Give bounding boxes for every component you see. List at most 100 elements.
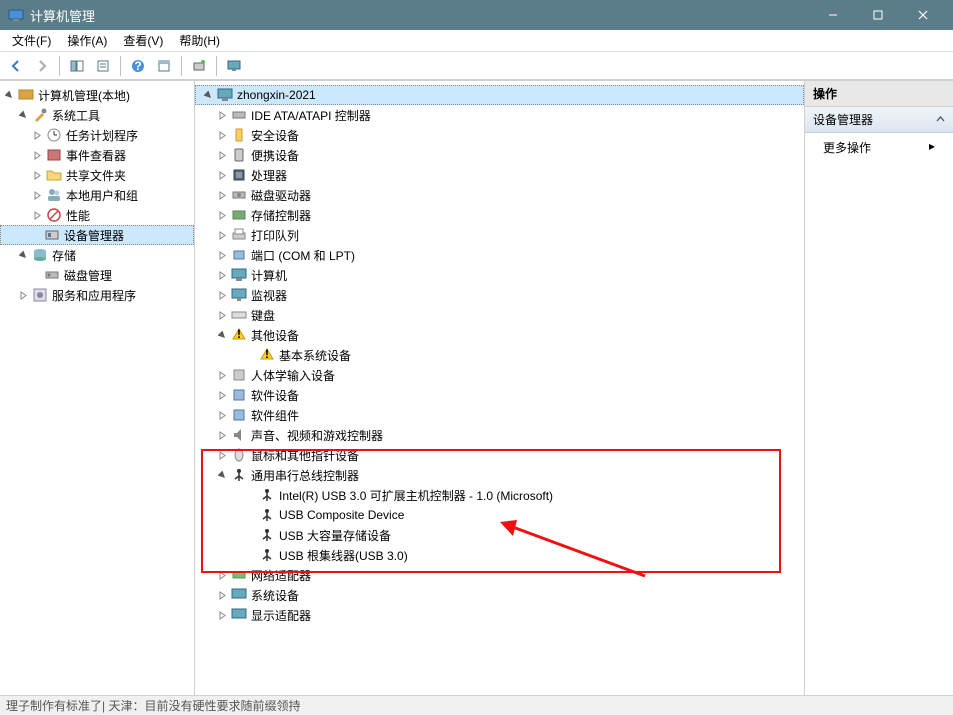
refresh-button[interactable] (152, 54, 176, 78)
tree-services-apps[interactable]: 服务和应用程序 (0, 285, 194, 305)
monitor-button[interactable] (222, 54, 246, 78)
event-icon (46, 147, 62, 163)
device-system_dev[interactable]: 系统设备 (195, 585, 804, 605)
expander-icon[interactable] (215, 588, 229, 602)
minimize-button[interactable] (810, 0, 855, 30)
expander-icon[interactable] (215, 268, 229, 282)
expander-icon[interactable] (215, 608, 229, 622)
menu-help[interactable]: 帮助(H) (171, 30, 228, 51)
left-tree-pane[interactable]: 计算机管理(本地) 系统工具 任务计划程序 事件查看器 共享文件夹 本地用户和组 (0, 81, 195, 695)
tree-performance[interactable]: 性能 (0, 205, 194, 225)
expander-icon[interactable] (16, 248, 30, 262)
device-tree-pane[interactable]: zhongxin-2021 IDE ATA/ATAPI 控制器安全设备便携设备处… (195, 81, 805, 695)
tree-label: USB 根集线器(USB 3.0) (279, 547, 408, 564)
expander-icon[interactable] (215, 188, 229, 202)
menu-file[interactable]: 文件(F) (4, 30, 59, 51)
scan-hardware-button[interactable] (187, 54, 211, 78)
close-button[interactable] (900, 0, 945, 30)
tree-disk-mgmt[interactable]: 磁盘管理 (0, 265, 194, 285)
expander-icon[interactable] (16, 288, 30, 302)
device-ports[interactable]: 端口 (COM 和 LPT) (195, 245, 804, 265)
device-root[interactable]: zhongxin-2021 (195, 85, 804, 105)
expander-icon[interactable] (215, 248, 229, 262)
expander-icon[interactable] (243, 348, 257, 362)
expander-icon[interactable] (215, 428, 229, 442)
menubar: 文件(F) 操作(A) 查看(V) 帮助(H) (0, 30, 953, 52)
device-hid[interactable]: 人体学输入设备 (195, 365, 804, 385)
expander-icon[interactable] (243, 528, 257, 542)
expander-icon[interactable] (243, 488, 257, 502)
expander-icon[interactable] (215, 288, 229, 302)
device-display[interactable]: 显示适配器 (195, 605, 804, 625)
device-icon (231, 367, 247, 383)
device-keyboards[interactable]: 键盘 (195, 305, 804, 325)
tree-local-users[interactable]: 本地用户和组 (0, 185, 194, 205)
expander-icon[interactable] (215, 408, 229, 422)
expander-icon[interactable] (30, 128, 44, 142)
expander-icon[interactable] (215, 148, 229, 162)
device-basic_system[interactable]: !基本系统设备 (195, 345, 804, 365)
tree-device-manager[interactable]: 设备管理器 (0, 225, 194, 245)
expander-icon[interactable] (215, 128, 229, 142)
actions-section[interactable]: 设备管理器 (805, 107, 953, 133)
computer-mgmt-icon (18, 87, 34, 103)
expander-icon[interactable] (16, 108, 30, 122)
show-hide-tree-button[interactable] (65, 54, 89, 78)
device-ide[interactable]: IDE ATA/ATAPI 控制器 (195, 105, 804, 125)
device-network[interactable]: 网络适配器 (195, 565, 804, 585)
tree-task-scheduler[interactable]: 任务计划程序 (0, 125, 194, 145)
device-processor[interactable]: 处理器 (195, 165, 804, 185)
device-disk_drive[interactable]: 磁盘驱动器 (195, 185, 804, 205)
expander-icon[interactable] (215, 208, 229, 222)
expander-icon[interactable] (215, 168, 229, 182)
device-mouse[interactable]: 鼠标和其他指针设备 (195, 445, 804, 465)
expander-icon[interactable] (30, 148, 44, 162)
tree-system-tools[interactable]: 系统工具 (0, 105, 194, 125)
expander-icon[interactable] (215, 468, 229, 482)
device-usb_composite[interactable]: USB Composite Device (195, 505, 804, 525)
tree-storage[interactable]: 存储 (0, 245, 194, 265)
expander-icon[interactable] (215, 308, 229, 322)
device-security[interactable]: 安全设备 (195, 125, 804, 145)
expander-icon[interactable] (30, 188, 44, 202)
more-actions[interactable]: 更多操作 ▸ (805, 133, 953, 162)
forward-button[interactable] (30, 54, 54, 78)
back-button[interactable] (4, 54, 28, 78)
expander-icon[interactable] (30, 208, 44, 222)
device-usb_ctrl[interactable]: 通用串行总线控制器 (195, 465, 804, 485)
tree-label: 通用串行总线控制器 (251, 467, 359, 484)
expander-icon[interactable] (215, 568, 229, 582)
expander-icon[interactable] (201, 88, 215, 102)
expander-icon[interactable] (215, 108, 229, 122)
expander-icon[interactable] (2, 88, 16, 102)
menu-action[interactable]: 操作(A) (59, 30, 115, 51)
device-usb_root[interactable]: USB 根集线器(USB 3.0) (195, 545, 804, 565)
expander-icon[interactable] (215, 368, 229, 382)
device-usb_mass[interactable]: USB 大容量存储设备 (195, 525, 804, 545)
expander-icon[interactable] (215, 228, 229, 242)
device-icon (231, 607, 247, 623)
expander-icon[interactable] (243, 548, 257, 562)
expander-icon[interactable] (215, 328, 229, 342)
device-print_queue[interactable]: 打印队列 (195, 225, 804, 245)
device-usb_intel[interactable]: Intel(R) USB 3.0 可扩展主机控制器 - 1.0 (Microso… (195, 485, 804, 505)
device-computers[interactable]: 计算机 (195, 265, 804, 285)
device-monitors[interactable]: 监视器 (195, 285, 804, 305)
properties-button[interactable] (91, 54, 115, 78)
device-storage_ctrl[interactable]: 存储控制器 (195, 205, 804, 225)
expander-icon[interactable] (30, 168, 44, 182)
menu-view[interactable]: 查看(V) (115, 30, 171, 51)
device-portable[interactable]: 便携设备 (195, 145, 804, 165)
tree-event-viewer[interactable]: 事件查看器 (0, 145, 194, 165)
device-software_dev[interactable]: 软件设备 (195, 385, 804, 405)
help-button[interactable]: ? (126, 54, 150, 78)
maximize-button[interactable] (855, 0, 900, 30)
tree-root[interactable]: 计算机管理(本地) (0, 85, 194, 105)
device-audio[interactable]: 声音、视频和游戏控制器 (195, 425, 804, 445)
expander-icon[interactable] (243, 508, 257, 522)
device-other_devices[interactable]: !其他设备 (195, 325, 804, 345)
tree-shared-folders[interactable]: 共享文件夹 (0, 165, 194, 185)
expander-icon[interactable] (215, 388, 229, 402)
device-software_comp[interactable]: 软件组件 (195, 405, 804, 425)
expander-icon[interactable] (215, 448, 229, 462)
